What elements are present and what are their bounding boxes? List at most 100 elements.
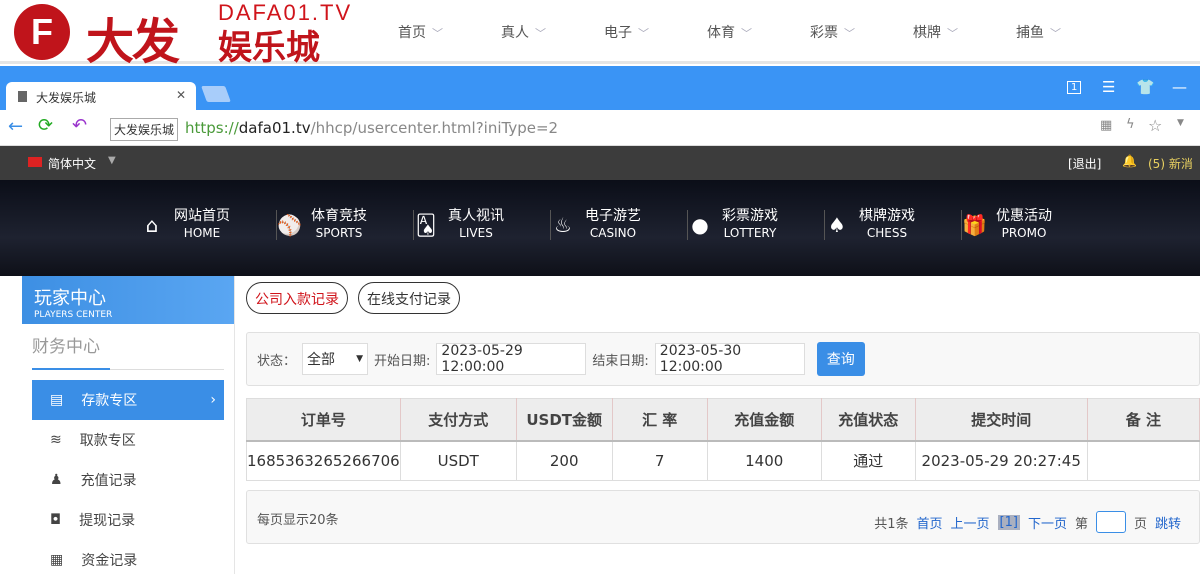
column-header: 汇 率 — [612, 398, 708, 442]
page-suffix: 页 — [1133, 516, 1147, 532]
nav-label: 电子游艺 CASINO — [585, 208, 641, 242]
status-label: 状态： — [257, 353, 297, 369]
table-cell: USDT — [400, 440, 517, 481]
close-tab-icon[interactable]: ✕ — [176, 88, 186, 102]
chevron-right-icon: › — [210, 392, 216, 408]
table-cell: 1400 — [707, 440, 822, 481]
reload-icon[interactable]: ⟳ — [38, 115, 53, 136]
main-nav: ⌂ 网站首页 HOME ⚾ 体育竞技 SPORTS 🂡 真人视讯 LIVES ♨ 电子游艺 CASIN… — [140, 208, 1099, 242]
end-date-input[interactable]: 2023-05-30 12:00:00 — [654, 343, 805, 375]
current-page[interactable]: [1] — [997, 514, 1020, 530]
menu-icon[interactable]: ☰ — [1102, 78, 1115, 96]
logo-icon: F — [14, 4, 70, 60]
players-center-header: 玩家中心 PLAYERS CENTER — [22, 276, 234, 324]
main-nav-item-sports[interactable]: ⚾ 体育竞技 SPORTS — [277, 208, 414, 242]
nav-label-cn: 优惠活动 — [996, 208, 1052, 224]
main-nav-item-lottery[interactable]: ● 彩票游戏 LOTTERY — [688, 208, 825, 242]
sidebar-item[interactable]: ▤ 存款专区 › — [32, 380, 224, 420]
column-header: 提交时间 — [915, 398, 1088, 442]
sidebar-item-label: 存款专区 — [81, 393, 138, 409]
nav-label: 优惠活动 PROMO — [996, 208, 1052, 242]
back-icon[interactable]: ← — [8, 116, 23, 137]
tab-company-deposit[interactable]: 公司入款记录 — [246, 282, 348, 314]
column-header: 备 注 — [1087, 398, 1200, 442]
main-nav-item-promo[interactable]: 🎁 优惠活动 PROMO — [962, 208, 1099, 242]
main-nav-item-lives[interactable]: 🂡 真人视讯 LIVES — [414, 208, 551, 242]
top-bar: 简体中文 ▼ [退出] 🔔 (5) 新消 — [0, 146, 1200, 180]
site-nav: 首页 ﹀ 真人 ﹀ 电子 ﹀ 体育 ﹀ 彩票 ﹀ 棋牌 ﹀ 捕鱼 ﹀ — [398, 22, 1119, 42]
dropdown-icon[interactable]: ▼ — [1177, 118, 1184, 128]
caret-down-icon[interactable]: ▼ — [108, 155, 116, 166]
table-cell: 2023-05-29 20:27:45 — [915, 440, 1088, 481]
qr-code-icon[interactable]: ▦ — [1100, 118, 1112, 133]
logo-name: 大发 — [86, 16, 180, 69]
nav-label: 真人视讯 LIVES — [448, 208, 504, 242]
nav-label-en: CHESS — [866, 226, 908, 240]
column-header: 充值金额 — [707, 398, 822, 442]
messages-link[interactable]: (5) 新消 — [1148, 155, 1193, 172]
sidebar-item-label: 充值记录 — [80, 473, 137, 489]
sidebar-item[interactable]: ▦ 资金记录 — [32, 540, 224, 580]
tooltip: 大发娱乐城 — [110, 118, 179, 141]
bell-icon[interactable]: 🔔 — [1122, 154, 1137, 168]
site-nav-item[interactable]: 真人 ﹀ — [501, 22, 604, 42]
per-page-text: 每页显示20条 — [257, 513, 339, 528]
nav-label-cn: 电子游艺 — [585, 208, 641, 224]
chess-icon: ♠ — [828, 213, 846, 237]
nav-label-en: HOME — [183, 226, 221, 240]
undo-icon[interactable]: ↶ — [72, 115, 87, 136]
site-nav-item[interactable]: 棋牌 ﹀ — [913, 22, 1016, 42]
prev-page-link[interactable]: 上一页 — [951, 513, 990, 532]
tab-online-payment[interactable]: 在线支付记录 — [358, 282, 460, 314]
nav-label: 彩票游戏 LOTTERY — [722, 208, 778, 242]
withdraw-icon: ◘ — [50, 512, 62, 528]
chevron-down-icon: ﹀ — [741, 27, 752, 40]
site-nav-item[interactable]: 体育 ﹀ — [707, 22, 810, 42]
moneybag-icon: ♟ — [50, 472, 63, 488]
sidebar-item[interactable]: ◘ 提现记录 — [32, 500, 224, 540]
status-select[interactable]: 全部 ▼ — [302, 343, 369, 375]
main-nav-item-chess[interactable]: ♠ 棋牌游戏 CHESS — [825, 208, 962, 240]
gift-icon: 🎁 — [962, 213, 987, 237]
nav-label-en: CASINO — [589, 226, 637, 240]
table-cell: 200 — [516, 440, 613, 481]
site-header: F 大发 DAFA01.TV 娱乐城 首页 ﹀ 真人 ﹀ 电子 ﹀ 体育 ﹀ 彩票 ﹀ 棋… — [0, 0, 1200, 69]
language-select[interactable]: 简体中文 — [48, 155, 96, 172]
sidebar-subtitle: PLAYERS CENTER — [34, 310, 113, 320]
sidebar-item[interactable]: ♟ 充值记录 — [32, 460, 224, 500]
browser-tab[interactable]: 大发娱乐城 ✕ — [6, 82, 196, 112]
nav-label-cn: 彩票游戏 — [722, 208, 778, 224]
first-page-link[interactable]: 首页 — [916, 513, 942, 532]
minimize-icon[interactable]: — — [1172, 78, 1187, 96]
site-nav-item[interactable]: 首页 ﹀ — [398, 22, 501, 42]
url-field[interactable]: https://dafa01.tv/hhcp/usercenter.html?i… — [185, 119, 558, 137]
end-date-label: 结束日期: — [592, 353, 649, 369]
next-page-link[interactable]: 下一页 — [1028, 513, 1067, 532]
site-nav-item[interactable]: 捕鱼 ﹀ — [1016, 22, 1119, 42]
cash-icon: ≋ — [50, 432, 62, 448]
site-nav-item[interactable]: 彩票 ﹀ — [810, 22, 913, 42]
main-nav-item-casino[interactable]: ♨ 电子游艺 CASINO — [551, 208, 688, 242]
skin-icon[interactable]: 👕 — [1136, 78, 1155, 96]
query-button[interactable]: 查询 — [816, 342, 865, 376]
table-cell: 1685363265266706 — [246, 440, 401, 481]
sidebar-item-label: 提现记录 — [79, 513, 136, 529]
start-date-input[interactable]: 2023-05-29 12:00:00 — [436, 343, 587, 375]
page-number-input[interactable] — [1095, 511, 1126, 533]
logo-sub: 娱乐城 — [218, 29, 320, 67]
ball-icon: ⚾ — [277, 213, 302, 237]
main-nav-item-home[interactable]: ⌂ 网站首页 HOME — [140, 208, 277, 240]
casino-icon: ♨ — [554, 213, 572, 237]
nav-label: 体育竞技 SPORTS — [311, 208, 367, 242]
logout-link[interactable]: [退出] — [1068, 155, 1101, 172]
jump-link[interactable]: 跳转 — [1155, 513, 1181, 532]
site-nav-item[interactable]: 电子 ﹀ — [604, 22, 707, 42]
nav-label-en: SPORTS — [315, 226, 363, 240]
banner: ⌂ 网站首页 HOME ⚾ 体育竞技 SPORTS 🂡 真人视讯 LIVES ♨ 电子游艺 CASIN… — [0, 180, 1200, 276]
lightning-icon[interactable]: ϟ — [1126, 117, 1135, 132]
records-table: 订单号 支付方式 USDT金额汇 率充值金额 充值状态 提交时间备 注 168536326… — [246, 398, 1200, 481]
sidebar-item[interactable]: ≋ 取款专区 — [32, 420, 224, 460]
star-icon[interactable]: ☆ — [1148, 116, 1162, 135]
tab-count-icon[interactable]: 1 — [1067, 81, 1082, 94]
nav-label-cn: 真人视讯 — [448, 208, 504, 224]
